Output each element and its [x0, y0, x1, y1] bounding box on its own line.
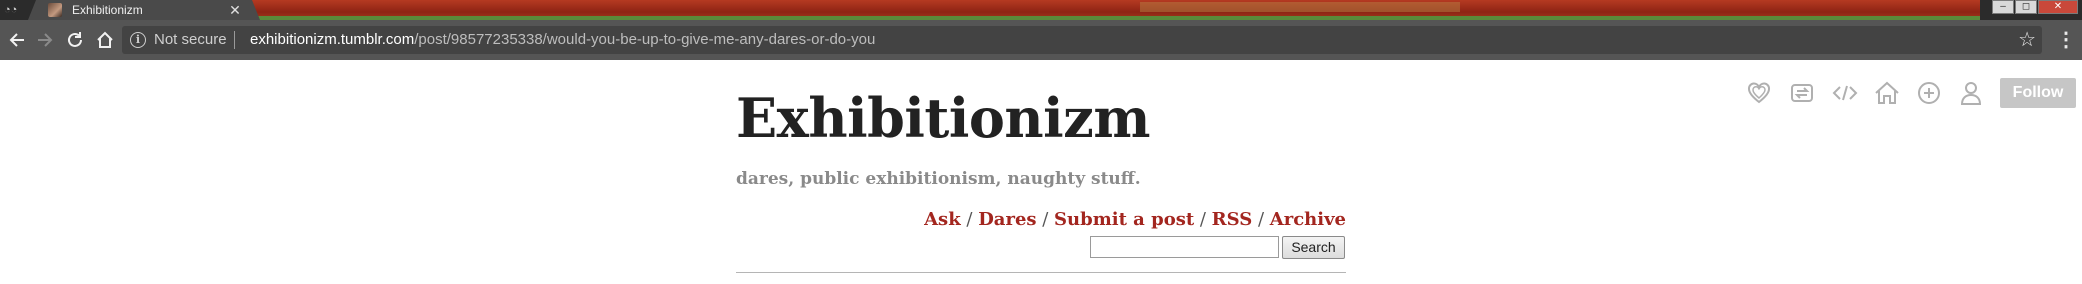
- reload-icon: [68, 32, 82, 47]
- home-icon[interactable]: [1872, 78, 1902, 108]
- user-icon[interactable]: [1956, 78, 1986, 108]
- url-separator: [234, 31, 235, 49]
- nav-separator: /: [1036, 209, 1055, 230]
- nav-link-rss[interactable]: RSS: [1212, 209, 1253, 230]
- browser-menu-icon[interactable]: ⋮: [2056, 28, 2076, 52]
- heart-icon[interactable]: [1744, 78, 1774, 108]
- page-content: Exhibitionizm dares, public exhibitionis…: [0, 60, 2082, 284]
- plus-icon[interactable]: [1914, 78, 1944, 108]
- minimize-button[interactable]: –: [1992, 0, 2014, 14]
- home-icon: [97, 31, 113, 48]
- embed-icon[interactable]: [1830, 78, 1860, 108]
- browser-tab[interactable]: Exhibitionizm ✕: [28, 0, 260, 20]
- incognito-icon: ◔◔: [4, 4, 18, 16]
- maximize-button[interactable]: ◻: [2015, 0, 2037, 14]
- tab-strip: ◔◔ Exhibitionizm ✕ – ◻ ✕: [0, 0, 2082, 20]
- nav-link-dares[interactable]: Dares: [978, 209, 1036, 230]
- browser-toolbar: i Not secure exhibitionizm.tumblr.com/po…: [0, 20, 2082, 60]
- blog-avatar-icon: [48, 3, 62, 17]
- url-path: /post/98577235338/would-you-be-up-to-giv…: [414, 31, 876, 48]
- back-arrow-icon: [9, 33, 24, 47]
- window-close-button[interactable]: ✕: [2038, 0, 2078, 14]
- tab-title: Exhibitionizm: [72, 3, 143, 17]
- home-button[interactable]: [90, 20, 120, 60]
- search-input[interactable]: [1090, 236, 1279, 258]
- blog-title[interactable]: Exhibitionizm: [736, 86, 1150, 150]
- url-host: exhibitionizm.tumblr.com: [250, 31, 415, 48]
- search-button[interactable]: Search: [1282, 236, 1345, 259]
- window-controls: – ◻ ✕: [1991, 0, 2078, 14]
- forward-button[interactable]: [30, 20, 60, 60]
- reload-button[interactable]: [60, 20, 90, 60]
- security-status[interactable]: Not secure: [154, 30, 227, 50]
- back-button[interactable]: [2, 20, 32, 60]
- nav-separator: /: [1194, 209, 1212, 230]
- reblog-icon[interactable]: [1787, 78, 1817, 108]
- nav-link-archive[interactable]: Archive: [1270, 209, 1346, 230]
- address-bar[interactable]: i Not secure exhibitionizm.tumblr.com/po…: [122, 26, 2042, 54]
- nav-link-ask[interactable]: Ask: [924, 209, 961, 230]
- nav-link-submit[interactable]: Submit a post: [1054, 209, 1194, 230]
- info-icon[interactable]: i: [130, 32, 146, 48]
- nav-separator: /: [1252, 209, 1270, 230]
- bookmark-star-icon[interactable]: ☆: [2018, 28, 2036, 52]
- forward-arrow-icon: [38, 33, 53, 47]
- content-divider: [736, 272, 1346, 273]
- window-titlebar-background: [240, 0, 1980, 20]
- follow-button[interactable]: Follow: [2000, 78, 2076, 108]
- blog-navigation: Ask / Dares / Submit a post / RSS / Arch…: [736, 208, 1346, 232]
- nav-separator: /: [960, 209, 979, 230]
- close-tab-icon[interactable]: ✕: [226, 1, 244, 19]
- blog-description: dares, public exhibitionism, naughty stu…: [736, 169, 1141, 189]
- url-text[interactable]: exhibitionizm.tumblr.com/post/9857723533…: [250, 30, 875, 50]
